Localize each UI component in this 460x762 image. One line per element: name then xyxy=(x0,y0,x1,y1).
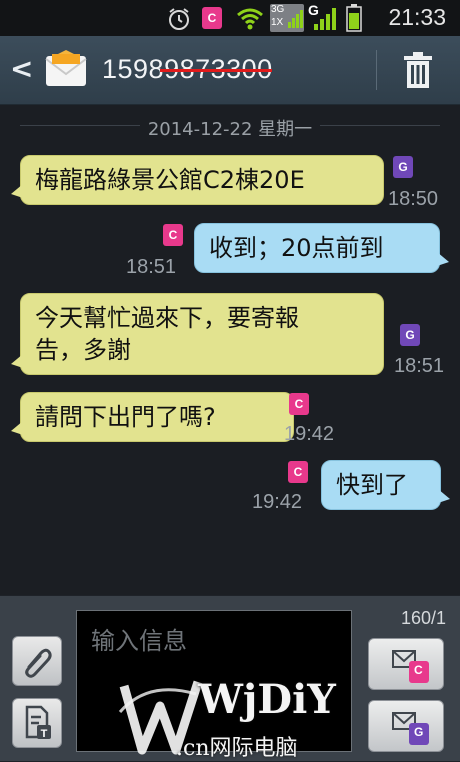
incoming-message[interactable]: 梅龍路綠景公館C2棟20E xyxy=(11,155,384,205)
signal-3g-icon: 3G 1X xyxy=(270,4,304,32)
outgoing-message[interactable]: 快到了 xyxy=(321,460,450,510)
watermark-logo: WjDiY .cn网际电脑 xyxy=(118,672,348,761)
message-time: 18:50 xyxy=(388,188,439,210)
trash-icon[interactable] xyxy=(398,50,438,90)
incoming-message[interactable]: 今天幫忙過來下，要寄報 告，多謝 xyxy=(11,293,384,375)
message-text-line1: 今天幫忙過來下，要寄報 xyxy=(35,304,299,332)
sim-c-icon: C xyxy=(288,461,308,483)
message-time: 19:42 xyxy=(284,423,335,445)
incoming-message[interactable]: 請問下出門了嗎? xyxy=(11,392,294,442)
signal-g-icon: G xyxy=(308,2,340,32)
template-icon: T xyxy=(25,705,51,740)
date-divider: 2014-12-22 星期一 xyxy=(0,115,460,140)
sim-c-icon: C xyxy=(289,393,309,415)
message-text: 快到了 xyxy=(336,471,408,499)
header-divider xyxy=(376,50,377,90)
message-time: 19:42 xyxy=(252,491,303,513)
attach-icon xyxy=(25,648,52,678)
conversation-header: < 15989873300 xyxy=(0,36,460,105)
sim-c-icon: C xyxy=(202,7,222,29)
message-text: 收到；20点前到 xyxy=(209,234,384,262)
message-text: 請問下出門了嗎? xyxy=(35,403,216,431)
svg-text:T: T xyxy=(41,728,48,740)
message-text-line2: 告，多謝 xyxy=(35,336,131,364)
message-list[interactable]: 2014-12-22 星期一 梅龍路綠景公館C2棟20E G 18:50 C 1… xyxy=(0,105,460,595)
send-sim-g-icon xyxy=(392,712,429,745)
outgoing-message[interactable]: 收到；20点前到 xyxy=(194,223,449,273)
status-bar: C 3G 1X G 21:33 xyxy=(0,0,460,36)
template-button[interactable]: T xyxy=(12,698,62,748)
back-arrow-icon[interactable]: < xyxy=(10,52,33,85)
send-sim-c-icon xyxy=(392,650,429,683)
envelope-icon xyxy=(45,50,87,86)
date-divider-label: 2014-12-22 星期一 xyxy=(139,119,321,140)
attach-button[interactable] xyxy=(12,636,62,686)
status-clock: 21:33 xyxy=(388,4,446,30)
message-text: 梅龍路綠景公館C2棟20E xyxy=(35,166,305,194)
message-input-placeholder: 输入信息 xyxy=(91,627,187,655)
message-time: 18:51 xyxy=(394,355,445,377)
char-counter: 160/1 xyxy=(400,608,446,628)
battery-icon xyxy=(346,4,362,32)
message-time: 18:51 xyxy=(126,256,177,278)
send-sim-g-button[interactable]: G xyxy=(368,700,444,752)
watermark-brand: WjDiY xyxy=(198,676,336,723)
sim-g-icon: G xyxy=(400,324,420,346)
number-redaction xyxy=(160,69,272,72)
send-sim-c-button[interactable]: C xyxy=(368,638,444,690)
wifi-icon xyxy=(237,8,263,30)
sim-c-icon: C xyxy=(163,224,183,246)
alarm-icon xyxy=(169,8,189,30)
sim-g-icon: G xyxy=(393,156,413,178)
watermark-subtitle: .cn网际电脑 xyxy=(176,736,298,761)
